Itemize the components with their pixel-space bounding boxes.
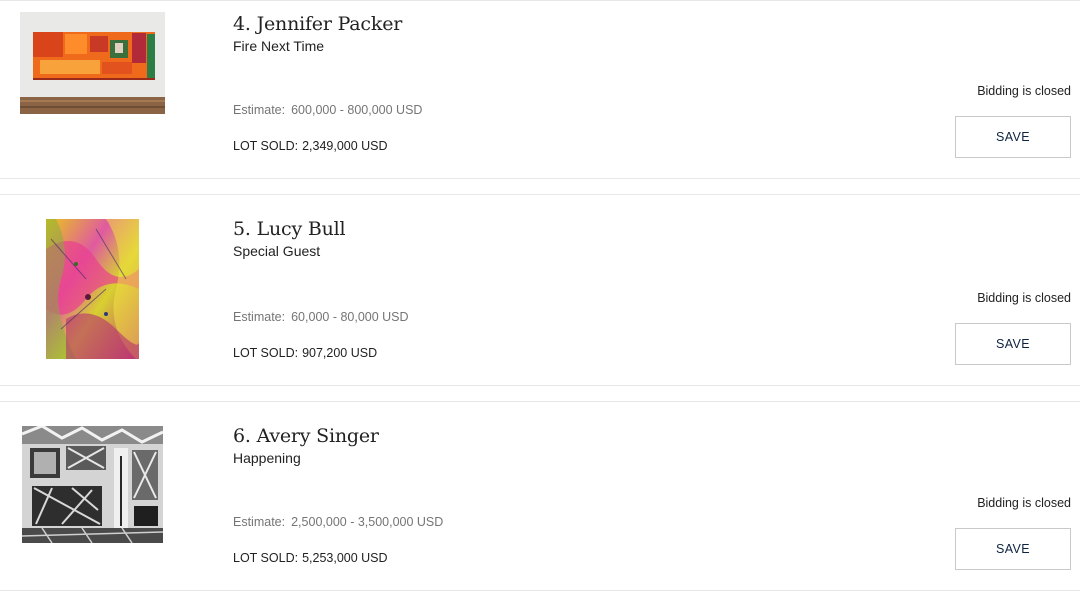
- lot-estimate: Estimate: 60,000 - 80,000 USD: [233, 310, 409, 324]
- estimate-value: 600,000 - 800,000 USD: [291, 103, 423, 117]
- save-button[interactable]: SAVE: [955, 116, 1071, 158]
- save-button[interactable]: SAVE: [955, 528, 1071, 570]
- painting-thumbnail-multicolor-abstract-icon: [46, 219, 139, 359]
- lot-title[interactable]: 5. Lucy Bull: [233, 218, 346, 240]
- bidding-status: Bidding is closed: [977, 496, 1071, 510]
- sold-label: LOT SOLD:: [233, 139, 299, 153]
- sold-label: LOT SOLD:: [233, 551, 299, 565]
- lot-estimate: Estimate: 2,500,000 - 3,500,000 USD: [233, 515, 443, 529]
- estimate-value: 60,000 - 80,000 USD: [291, 310, 409, 324]
- sold-value: 5,253,000 USD: [302, 551, 388, 565]
- lot-subtitle: Fire Next Time: [233, 38, 325, 54]
- lot-sold: LOT SOLD: 5,253,000 USD: [233, 551, 388, 565]
- lot-title[interactable]: 6. Avery Singer: [233, 425, 379, 447]
- lot-image[interactable]: [22, 426, 163, 543]
- lot-image[interactable]: [20, 12, 165, 114]
- lot-sold: LOT SOLD: 2,349,000 USD: [233, 139, 388, 153]
- painting-thumbnail-orange-abstract-icon: [20, 12, 165, 114]
- lot-sold: LOT SOLD: 907,200 USD: [233, 346, 377, 360]
- lot-estimate: Estimate: 600,000 - 800,000 USD: [233, 103, 422, 117]
- estimate-value: 2,500,000 - 3,500,000 USD: [291, 515, 444, 529]
- sold-value: 2,349,000 USD: [302, 139, 388, 153]
- lot-subtitle: Happening: [233, 450, 301, 466]
- bidding-status: Bidding is closed: [977, 84, 1071, 98]
- estimate-label: Estimate:: [233, 515, 286, 529]
- bidding-status: Bidding is closed: [977, 291, 1071, 305]
- lot-image[interactable]: [46, 219, 139, 359]
- save-button[interactable]: SAVE: [955, 323, 1071, 365]
- lot-card: 4. Jennifer Packer Fire Next Time Estima…: [0, 0, 1080, 179]
- painting-thumbnail-grayscale-figurative-icon: [22, 426, 163, 543]
- lot-subtitle: Special Guest: [233, 243, 321, 259]
- estimate-label: Estimate:: [233, 103, 286, 117]
- lot-card: 5. Lucy Bull Special Guest Estimate: 60,0…: [0, 194, 1080, 386]
- lot-card: 6. Avery Singer Happening Estimate: 2,500…: [0, 401, 1080, 591]
- lot-title[interactable]: 4. Jennifer Packer: [233, 13, 402, 35]
- estimate-label: Estimate:: [233, 310, 286, 324]
- sold-label: LOT SOLD:: [233, 346, 299, 360]
- sold-value: 907,200 USD: [302, 346, 378, 360]
